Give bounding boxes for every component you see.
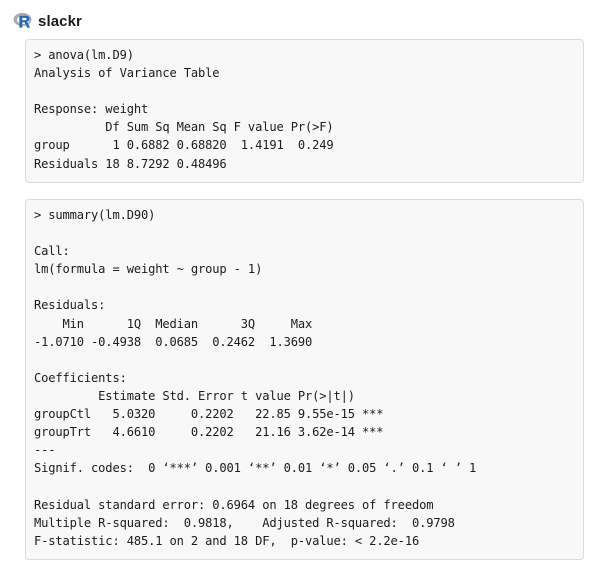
code-line: Residuals: [34,298,106,313]
code-line: groupTrt 4.6610 0.2202 21.16 3.62e-14 **… [34,425,384,440]
code-line: Df Sum Sq Mean Sq F value Pr(>F) [34,120,334,135]
message-header: slackr [13,10,82,32]
code-line: Signif. codes: 0 ‘***’ 0.001 ‘**’ 0.01 ‘… [34,461,477,476]
code-line: Residuals 18 8.7292 0.48496 [34,156,227,171]
code-line: > anova(lm.D9) [34,48,134,62]
code-line: Estimate Std. Error t value Pr(>|t|) [34,388,355,403]
code-line: Min 1Q Median 3Q Max [34,316,313,331]
code-line: Call: [34,244,70,259]
code-line: -1.0710 -0.4938 0.0685 0.2462 1.3690 [34,334,313,349]
sender-name[interactable]: slackr [38,13,82,30]
code-line: Multiple R-squared: 0.9818, Adjusted R-s… [34,515,455,530]
code-line: Analysis of Variance Table [34,66,220,81]
code-block-summary[interactable]: > summary(lm.D90) Call: lm(formula = wei… [25,199,584,560]
code-line: group 1 0.6882 0.68820 1.4191 0.249 [34,138,334,153]
code-block-anova[interactable]: > anova(lm.D9) Analysis of Variance Tabl… [25,39,584,183]
code-line: Coefficients: [34,370,127,385]
code-line: groupCtl 5.0320 0.2202 22.85 9.55e-15 **… [34,407,384,422]
r-logo-icon[interactable] [13,11,33,31]
code-line: Residual standard error: 0.6964 on 18 de… [34,497,434,512]
code-line: Response: weight [34,102,149,117]
code-line: lm(formula = weight ~ group - 1) [34,262,263,277]
code-line: F-statistic: 485.1 on 2 and 18 DF, p-val… [34,533,420,548]
code-line: > summary(lm.D90) [34,208,156,222]
code-line: --- [34,443,56,458]
